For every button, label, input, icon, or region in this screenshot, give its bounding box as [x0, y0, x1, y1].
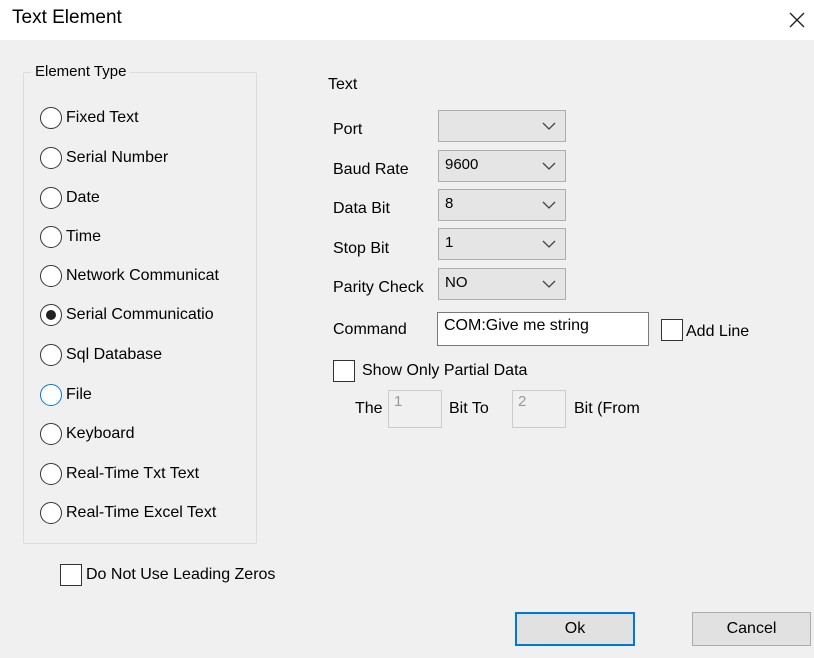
text-heading: Text [328, 76, 358, 93]
radio-circle-icon [40, 304, 62, 326]
radio-circle-icon [40, 344, 62, 366]
from-bit-input[interactable]: 1 [388, 390, 442, 428]
baud-rate-label: Baud Rate [333, 161, 409, 178]
partial-data-checkbox[interactable] [333, 360, 355, 382]
radio-label: Real-Time Excel Text [66, 504, 217, 521]
radio-keyboard[interactable]: Keyboard [40, 421, 256, 447]
radio-label: Real-Time Txt Text [66, 465, 200, 482]
data-bit-value: 8 [445, 195, 454, 212]
radio-label: Sql Database [66, 346, 163, 363]
radio-label: File [66, 386, 92, 403]
radio-circle-icon [40, 423, 62, 445]
radio-realtime-txt-text[interactable]: Real-Time Txt Text [40, 461, 256, 487]
parity-check-select[interactable]: NO [438, 268, 566, 300]
radio-serial-number[interactable]: Serial Number [40, 145, 256, 171]
to-bit-input[interactable]: 2 [512, 390, 566, 428]
ok-button[interactable]: Ok [515, 612, 635, 646]
data-bit-select[interactable]: 8 [438, 189, 566, 221]
element-type-legend: Element Type [31, 63, 131, 80]
radio-circle-icon [40, 384, 62, 406]
partial-data-label: Show Only Partial Data [362, 362, 528, 379]
window-title: Text Element [12, 7, 122, 28]
radio-file[interactable]: File [40, 382, 256, 408]
radio-circle-icon [40, 502, 62, 524]
close-icon[interactable] [782, 3, 814, 35]
add-line-checkbox[interactable] [661, 319, 683, 341]
radio-circle-icon [40, 147, 62, 169]
add-line-label: Add Line [686, 323, 750, 340]
chevron-down-icon [542, 201, 556, 209]
radio-circle-icon [40, 265, 62, 287]
cancel-button[interactable]: Cancel [692, 612, 811, 646]
chevron-down-icon [542, 122, 556, 130]
radio-label: Keyboard [66, 425, 135, 442]
radio-network-communication[interactable]: Network Communicat [40, 263, 256, 289]
parity-check-value: NO [445, 274, 468, 291]
radio-label: Serial Communicatio [66, 306, 214, 323]
radio-time[interactable]: Time [40, 224, 256, 250]
bit-to-label: Bit To [449, 400, 489, 417]
radio-sql-database[interactable]: Sql Database [40, 342, 256, 368]
radio-realtime-excel-text[interactable]: Real-Time Excel Text [40, 500, 256, 526]
port-label: Port [333, 121, 363, 138]
the-label: The [355, 400, 383, 417]
baud-rate-value: 9600 [445, 156, 479, 173]
radio-label: Network Communicat [66, 267, 219, 284]
radio-circle-icon [40, 226, 62, 248]
chevron-down-icon [542, 280, 556, 288]
stop-bit-value: 1 [445, 234, 454, 251]
radio-serial-communication[interactable]: Serial Communicatio [40, 302, 256, 328]
baud-rate-select[interactable]: 9600 [438, 150, 566, 182]
radio-fixed-text[interactable]: Fixed Text [40, 105, 256, 131]
leading-zeros-checkbox[interactable] [60, 564, 82, 586]
command-input[interactable]: COM:Give me string [437, 312, 649, 346]
radio-circle-icon [40, 187, 62, 209]
radio-label: Time [66, 228, 101, 245]
chevron-down-icon [542, 240, 556, 248]
port-select[interactable] [438, 110, 566, 142]
command-label: Command [333, 321, 407, 338]
radio-date[interactable]: Date [40, 185, 256, 211]
data-bit-label: Data Bit [333, 200, 390, 217]
leading-zeros-label: Do Not Use Leading Zeros [86, 566, 276, 583]
title-bar: Text Element [0, 0, 814, 40]
stop-bit-select[interactable]: 1 [438, 228, 566, 260]
stop-bit-label: Stop Bit [333, 240, 390, 257]
chevron-down-icon [542, 162, 556, 170]
radio-label: Serial Number [66, 149, 169, 166]
radio-selected-dot [46, 310, 56, 320]
radio-label: Fixed Text [66, 109, 139, 126]
radio-circle-icon [40, 107, 62, 129]
parity-check-label: Parity Check [333, 279, 424, 296]
bit-from-label: Bit (From [574, 400, 640, 417]
radio-circle-icon [40, 463, 62, 485]
radio-label: Date [66, 189, 100, 206]
